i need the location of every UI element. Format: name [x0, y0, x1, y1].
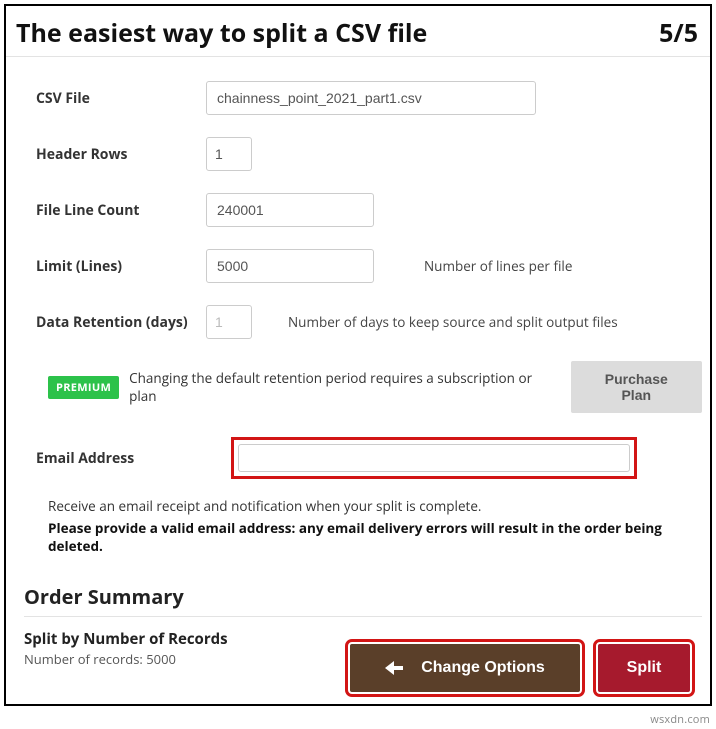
header-rows-input[interactable] — [206, 137, 252, 171]
email-note-1: Receive an email receipt and notificatio… — [48, 497, 702, 515]
page-header: The easiest way to split a CSV file 5/5 — [6, 6, 710, 57]
change-options-button[interactable]: Change Options — [350, 644, 580, 692]
csv-file-input[interactable] — [206, 81, 536, 115]
retention-row: Data Retention (days) Number of days to … — [36, 305, 702, 339]
change-options-label: Change Options — [421, 659, 545, 677]
limit-row: Limit (Lines) Number of lines per file — [36, 249, 702, 283]
email-note-2: Please provide a valid email address: an… — [48, 519, 702, 555]
file-line-count-row: File Line Count — [36, 193, 702, 227]
premium-line: PREMIUM Changing the default retention p… — [48, 361, 702, 413]
file-line-count-label: File Line Count — [36, 201, 206, 220]
options-form: CSV File Header Rows File Line Count Lim… — [6, 81, 710, 668]
app-frame: The easiest way to split a CSV file 5/5 … — [4, 4, 712, 706]
email-notes: Receive an email receipt and notificatio… — [48, 497, 702, 555]
split-button[interactable]: Split — [598, 644, 690, 692]
retention-input — [206, 305, 252, 339]
file-line-count-input[interactable] — [206, 193, 374, 227]
premium-text: Changing the default retention period re… — [129, 369, 558, 405]
email-input[interactable] — [238, 444, 630, 472]
split-label: Split — [627, 659, 662, 677]
limit-label: Limit (Lines) — [36, 257, 206, 276]
purchase-plan-button[interactable]: Purchase Plan — [571, 361, 702, 413]
order-summary-header: Order Summary — [24, 583, 702, 617]
page-title: The easiest way to split a CSV file — [16, 16, 427, 50]
csv-file-row: CSV File — [36, 81, 702, 115]
email-row: Email Address — [36, 437, 702, 479]
email-label: Email Address — [36, 449, 231, 468]
watermark: wsxdn.com — [650, 712, 710, 727]
limit-input[interactable] — [206, 249, 374, 283]
limit-hint: Number of lines per file — [424, 257, 572, 275]
retention-label: Data Retention (days) — [36, 313, 206, 332]
step-indicator: 5/5 — [659, 16, 698, 50]
header-rows-row: Header Rows — [36, 137, 702, 171]
header-rows-label: Header Rows — [36, 145, 206, 164]
retention-hint: Number of days to keep source and split … — [288, 313, 618, 331]
button-row: Change Options Split — [350, 644, 690, 692]
arrow-left-icon — [385, 661, 403, 675]
csv-file-label: CSV File — [36, 89, 206, 108]
premium-badge: PREMIUM — [48, 376, 119, 399]
email-highlight — [231, 437, 637, 479]
